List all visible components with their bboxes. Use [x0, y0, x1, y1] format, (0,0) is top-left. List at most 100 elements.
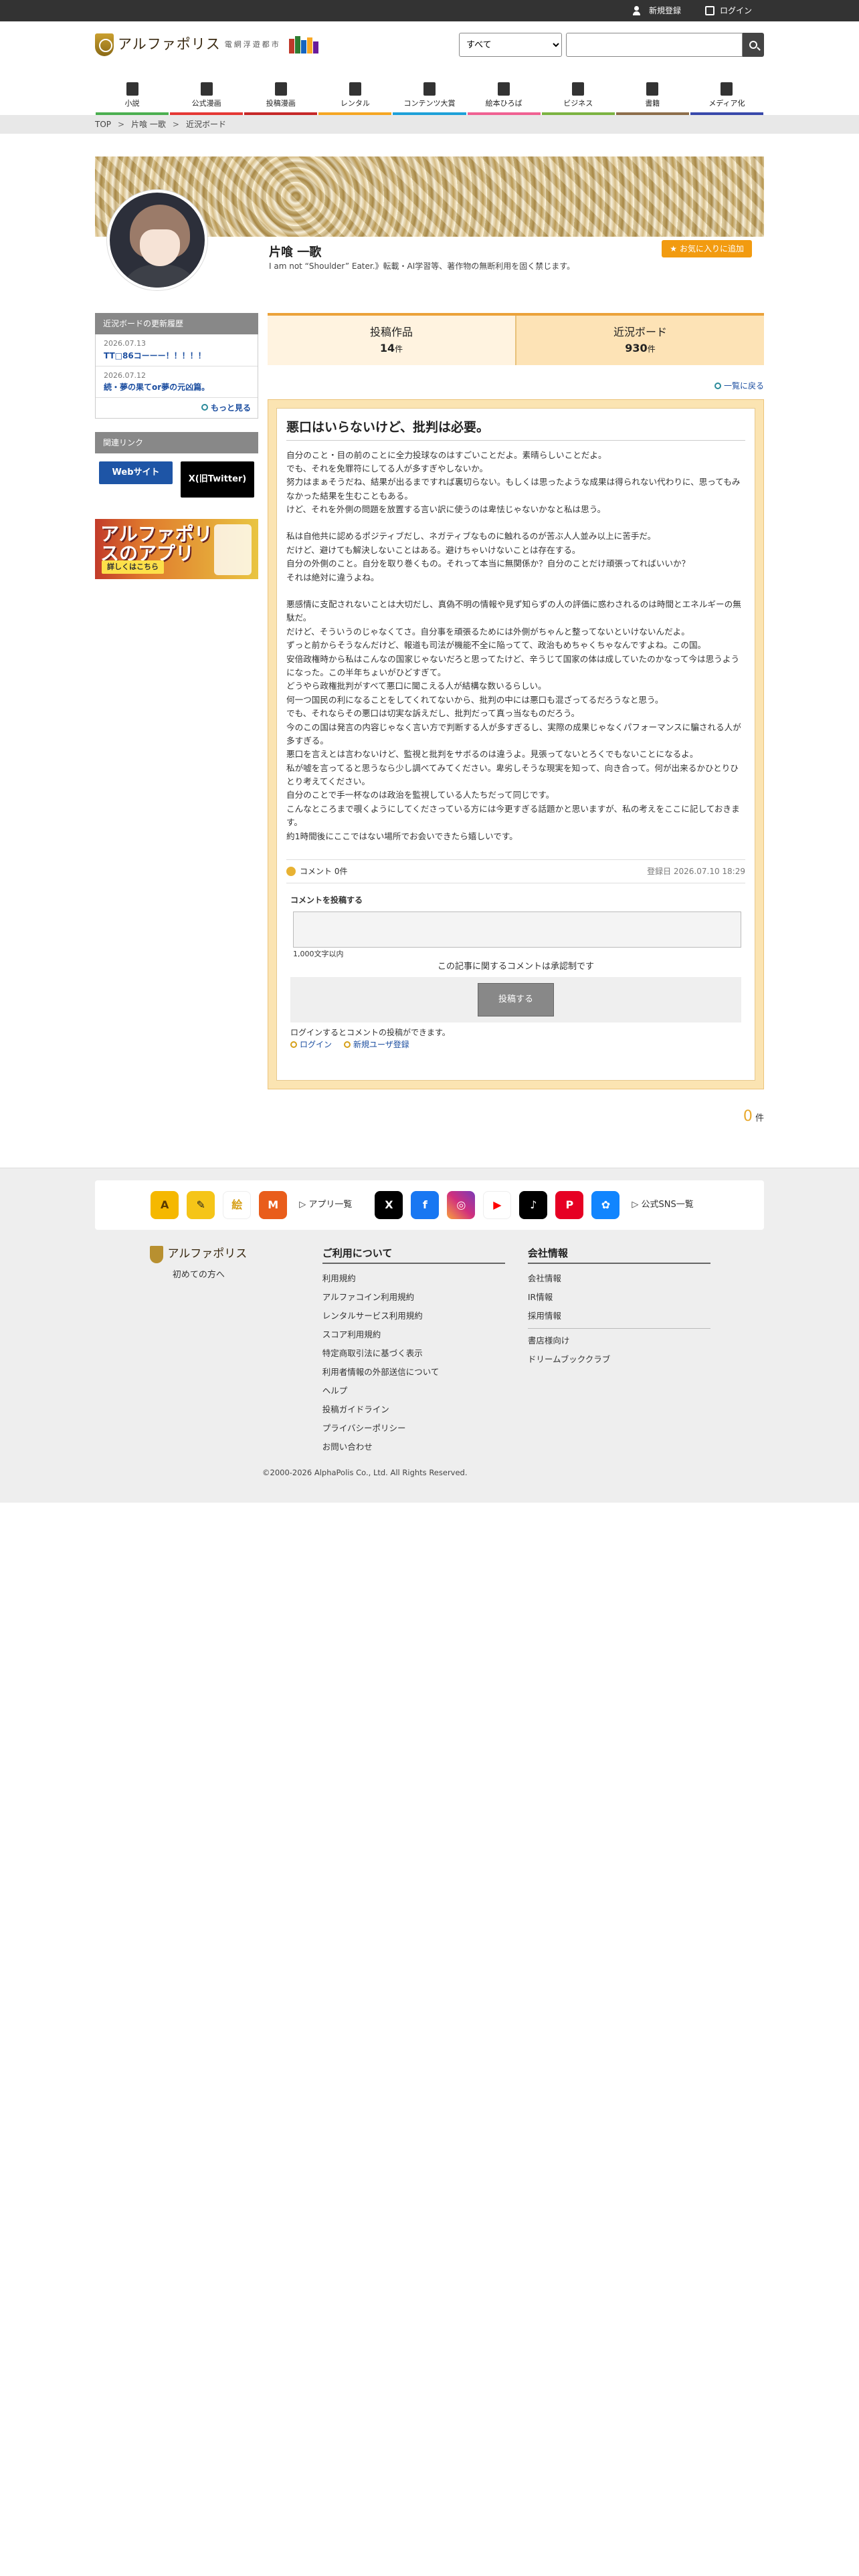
add-favorite-label: お気に入りに追加: [679, 244, 744, 253]
nav-item[interactable]: メディア化: [690, 82, 763, 115]
footer-link[interactable]: 書店様向け: [528, 1331, 710, 1350]
sns-list-link[interactable]: ▷ 公式SNS一覧: [632, 1198, 693, 1212]
footer-link[interactable]: 特定商取引法に基づく表示: [322, 1344, 505, 1363]
novel-app-icon[interactable]: ✎: [187, 1191, 215, 1220]
footer-link[interactable]: スコア利用規約: [322, 1325, 505, 1344]
footer-link[interactable]: 投稿ガイドライン: [322, 1400, 505, 1419]
comment-form: コメントを投稿する 1,000文字以内 この記事に関するコメントは承認制です 投…: [286, 894, 745, 1051]
footer-link[interactable]: IR情報: [528, 1288, 710, 1307]
bluesky-icon[interactable]: ✿: [591, 1191, 620, 1220]
footer-link[interactable]: 利用者情報の外部送信について: [322, 1363, 505, 1382]
tab-posts-label: 投稿作品: [369, 326, 413, 338]
tab-unit: 件: [395, 344, 403, 354]
author-profile: 片喰 一歌 I am not “Shoulder” Eater.》転載・AI学習…: [95, 156, 764, 297]
nav-icon: [423, 82, 436, 96]
facebook-icon[interactable]: f: [411, 1191, 440, 1220]
tab-posts[interactable]: 投稿作品 14件: [268, 316, 516, 365]
profile-tabs: 投稿作品 14件 近況ボード 930件: [268, 313, 764, 365]
nav-icon: [721, 82, 733, 96]
comment-form-label: コメントを投稿する: [290, 895, 363, 905]
tiktok-icon[interactable]: ♪: [519, 1191, 548, 1220]
list-item[interactable]: 2026.07.12 続・夢の果てor夢の元凶篇。: [96, 366, 258, 398]
nav-item[interactable]: ビジネス: [541, 82, 615, 115]
footer-link[interactable]: アルファコイン利用規約: [322, 1288, 505, 1307]
footer-link[interactable]: 利用規約: [322, 1269, 505, 1288]
youtube-icon[interactable]: ▶: [483, 1191, 512, 1220]
comment-register-link[interactable]: 新規ユーザ登録: [344, 1039, 409, 1051]
back-to-list-link[interactable]: 一覧に戻る: [714, 380, 764, 392]
tab-board[interactable]: 近況ボード 930件: [516, 316, 764, 365]
footer-link[interactable]: ドリームブッククラブ: [528, 1350, 710, 1369]
manga-app-icon[interactable]: M: [259, 1191, 288, 1220]
more-link[interactable]: もっと見る: [96, 398, 258, 418]
nav-item[interactable]: 書籍: [615, 82, 689, 115]
comment-textarea[interactable]: [293, 911, 741, 948]
entry-date: 2026.07.13: [104, 339, 146, 348]
footer-link[interactable]: お問い合わせ: [322, 1438, 505, 1457]
comment-pager: 0 件: [268, 1105, 764, 1128]
footer-link[interactable]: プライバシーポリシー: [322, 1419, 505, 1438]
list-item[interactable]: 2026.07.13 TT□86コーーー！！！！！: [96, 334, 258, 366]
breadcrumb-author[interactable]: 片喰 一歌: [131, 118, 166, 130]
circle-arrow-icon: [201, 404, 208, 411]
nav-item[interactable]: レンタル: [318, 82, 392, 115]
add-favorite-button[interactable]: ★ お気に入りに追加: [662, 240, 752, 257]
terms-list: 利用規約 アルファコイン利用規約 レンタルサービス利用規約 スコア利用規約 特定商取引法…: [322, 1269, 505, 1457]
back-row: 一覧に戻る: [268, 380, 764, 393]
search-input[interactable]: [566, 33, 743, 57]
x-icon[interactable]: X: [375, 1191, 403, 1220]
first-time-link[interactable]: 初めての方へ: [149, 1269, 249, 1282]
user-add-icon: [632, 6, 644, 15]
search-bar: すべて: [459, 33, 764, 57]
recent-updates-list: 2026.07.13 TT□86コーーー！！！！！ 2026.07.12 続・夢…: [95, 334, 258, 419]
login-link[interactable]: ログイン: [704, 5, 752, 17]
footer-link[interactable]: 会社情報: [528, 1269, 710, 1288]
footer-logo[interactable]: アルファポリス: [149, 1246, 249, 1264]
nav-label: コンテンツ大賞: [403, 98, 456, 108]
top-bar: 新規登録 ログイン: [0, 0, 859, 21]
login-links: ログイン 新規ユーザ登録: [290, 1039, 741, 1051]
pinterest-icon[interactable]: P: [555, 1191, 584, 1220]
comment-login-label: ログイン: [300, 1040, 332, 1050]
x-twitter-link[interactable]: X(旧Twitter): [181, 461, 254, 498]
nav-item[interactable]: 小説: [96, 82, 169, 115]
nav-item[interactable]: コンテンツ大賞: [393, 82, 466, 115]
website-link[interactable]: Webサイト: [99, 461, 173, 484]
post-line: 今のこの国は発言の内容じゃなく言い方で判断する人が多すぎるし、実際の成果じゃなく…: [286, 722, 741, 746]
footer-link[interactable]: 採用情報: [528, 1307, 710, 1325]
nav-item[interactable]: 公式漫画: [170, 82, 244, 115]
nav-icon: [572, 82, 585, 96]
entry-title[interactable]: 続・夢の果てor夢の元凶篇。: [104, 381, 250, 393]
post-frame: 悪口はいらないけど、批判は必要。 自分のこと・目の前のことに全力投球なのはすごい…: [268, 399, 764, 1090]
search-category-select[interactable]: すべて: [459, 33, 562, 57]
footer-link[interactable]: レンタルサービス利用規約: [322, 1307, 505, 1325]
search-button[interactable]: [743, 33, 764, 57]
ehon-app-icon[interactable]: 絵: [223, 1191, 252, 1220]
instagram-icon[interactable]: ◎: [447, 1191, 476, 1220]
register-link[interactable]: 新規登録: [632, 5, 681, 17]
nav-icon: [126, 82, 138, 96]
post-line: 安倍政権時から私はこんなの国家じゃないだろと思ってたけど、辛うじて国家の体は成し…: [286, 653, 740, 677]
nav-label: 絵本ひろば: [485, 98, 522, 108]
breadcrumb-top[interactable]: TOP: [95, 118, 111, 130]
nav-item[interactable]: 投稿漫画: [244, 82, 318, 115]
post-line: 私が嘘を言ってると思うなら少し調べてみてください。卑劣しそうな現実を知って、向き…: [286, 762, 739, 787]
tab-unit: 件: [647, 344, 656, 354]
post-title: 悪口はいらないけど、批判は必要。: [286, 418, 745, 441]
related-links: 関連リンク Webサイト X(旧Twitter): [95, 432, 258, 506]
comment-login-link[interactable]: ログイン: [290, 1039, 332, 1051]
circle-arrow-icon: [344, 1041, 351, 1049]
search-icon: [749, 41, 757, 49]
circle-arrow-icon: [714, 383, 721, 389]
entry-title[interactable]: TT□86コーーー！！！！！: [104, 350, 250, 362]
post-line: 約1時間後にここではない場所でお会いできたら嬉しいです。: [286, 831, 518, 841]
site-logo[interactable]: アルファポリス 電網浮遊都市: [95, 33, 318, 56]
logo-crest-icon: [95, 33, 114, 56]
app-banner[interactable]: アルファポリスのアプリ 詳しくはこちら: [95, 519, 258, 579]
app-list-link[interactable]: ▷ アプリ一覧: [299, 1198, 352, 1212]
nav-item[interactable]: 絵本ひろば: [467, 82, 541, 115]
footer-link[interactable]: ヘルプ: [322, 1382, 505, 1400]
footer-columns: アルファポリス 初めての方へ ご利用について 利用規約 アルファコイン利用規約 レン…: [95, 1246, 764, 1457]
alphapolis-app-icon[interactable]: A: [151, 1191, 179, 1220]
post-comment-button[interactable]: 投稿する: [477, 983, 554, 1016]
